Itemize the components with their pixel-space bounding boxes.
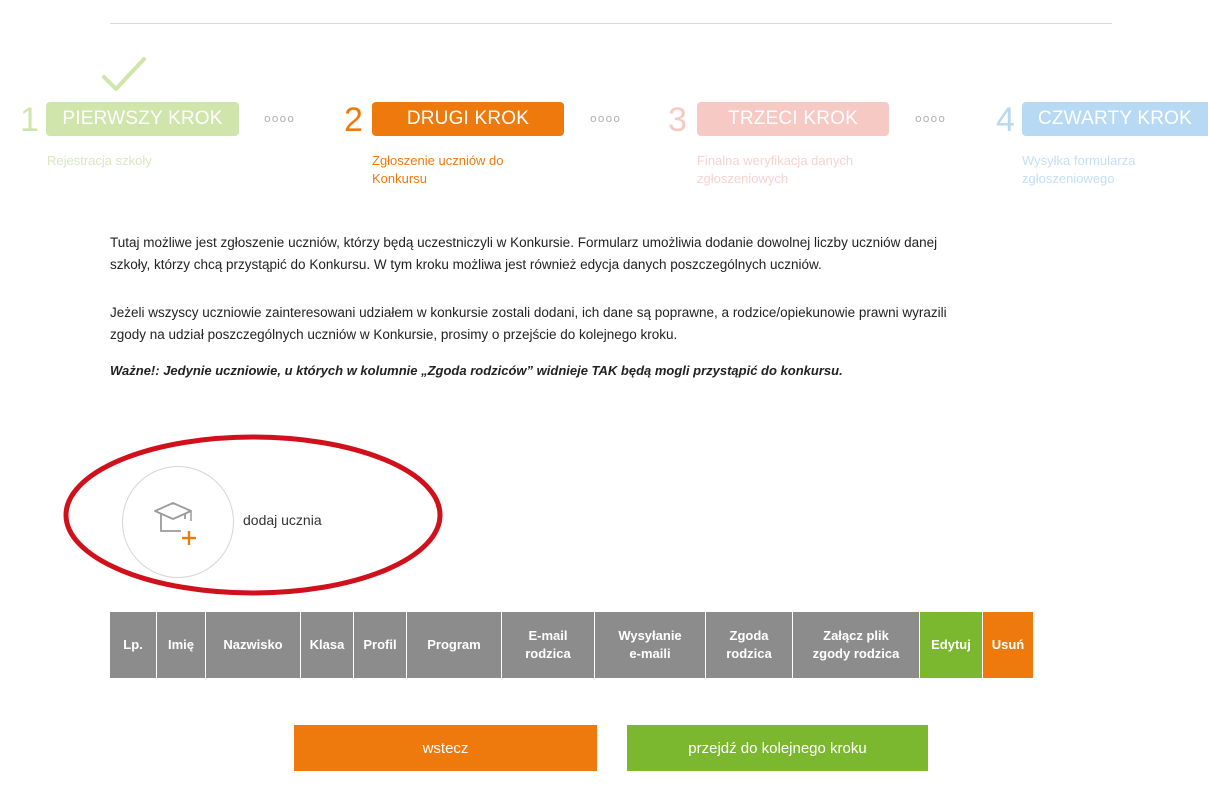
column-header-label: rodzica (726, 646, 772, 661)
step-4-pill[interactable]: CZWARTY KROK (1022, 102, 1208, 136)
column-header-label: Klasa (309, 637, 345, 652)
intro-paragraph-2-line-1: Jeżeli wszyscy uczniowie zainteresowani … (110, 305, 947, 320)
column-header-profil: Profil (353, 612, 407, 678)
step-separator: oooo (264, 112, 295, 125)
step-3-description-line: Finalna weryfikacja danych (697, 153, 854, 168)
column-header-label: Edytuj (931, 637, 971, 652)
step-separator: oooo (915, 112, 946, 125)
step-3-pill[interactable]: TRZECI KROK (697, 102, 889, 136)
back-button[interactable]: wstecz (294, 725, 597, 771)
step-4-description: Wysyłka formularza zgłoszeniowego (1022, 152, 1135, 188)
graduation-cap-plus-icon (154, 502, 196, 545)
step-4-description-line: zgłoszeniowego (1022, 171, 1115, 186)
step-3-description-line: zgłoszeniowych (697, 171, 789, 186)
column-header-klasa: Klasa (300, 612, 354, 678)
step-4-description-line: Wysyłka formularza (1022, 153, 1136, 168)
step-1-description-line: Rejestracja szkoły (47, 153, 152, 168)
column-header-zalacz-plik: Załącz plik zgody rodzica (792, 612, 920, 678)
step-2-pill[interactable]: DRUGI KROK (372, 102, 564, 136)
step-1-description: Rejestracja szkoły (47, 152, 152, 170)
students-table: Lp. Imię Nazwisko Klasa Profil Program E… (110, 612, 1033, 678)
column-header-label: Wysyłanie (618, 628, 682, 643)
step-1-pill[interactable]: PIERWSZY KROK (46, 102, 239, 136)
intro-paragraph-1-line-2: szkoły, którzy chcą przystąpić do Konkur… (110, 257, 822, 272)
column-header-label: Nazwisko (223, 637, 283, 652)
column-header-nazwisko: Nazwisko (205, 612, 301, 678)
column-header-edytuj: Edytuj (919, 612, 983, 678)
step-separator: oooo (590, 112, 621, 125)
check-icon (102, 57, 146, 91)
add-student-label[interactable]: dodaj ucznia (243, 512, 322, 528)
column-header-label: Usuń (991, 637, 1025, 652)
column-header-label: E-mail (528, 628, 568, 643)
step-2-description-line: Konkursu (372, 171, 427, 186)
step-3-number: 3 (668, 101, 687, 139)
column-header-program: Program (406, 612, 502, 678)
column-header-label: Profil (363, 637, 397, 652)
column-header-usun: Usuń (982, 612, 1033, 678)
column-header-label: Program (427, 637, 481, 652)
column-header-label: Lp. (123, 637, 143, 652)
column-header-imie: Imię (156, 612, 206, 678)
column-header-email-rodzica: E-mail rodzica (501, 612, 595, 678)
column-header-label: e-maili (629, 646, 671, 661)
table-header-row: Lp. Imię Nazwisko Klasa Profil Program E… (110, 612, 1033, 678)
add-student-button[interactable] (122, 466, 234, 578)
column-header-lp: Lp. (110, 612, 157, 678)
intro-paragraph-2-line-2: zgody na udział poszczególnych uczniów w… (110, 327, 678, 342)
step-2-number: 2 (344, 101, 363, 139)
column-header-zgoda-rodzica: Zgoda rodzica (705, 612, 793, 678)
step-1-number: 1 (20, 101, 39, 139)
column-header-wysylanie-emaili: Wysyłanie e-maili (594, 612, 706, 678)
column-header-label: Zgoda (729, 628, 769, 643)
step-2-description-line: Zgłoszenie uczniów do (372, 153, 504, 168)
step-2-description: Zgłoszenie uczniów do Konkursu (372, 152, 504, 188)
intro-paragraph-1-line-1: Tutaj możliwe jest zgłoszenie uczniów, k… (110, 235, 938, 250)
column-header-label: Załącz plik (823, 628, 889, 643)
step-4-number: 4 (996, 101, 1015, 139)
column-header-label: zgody rodzica (812, 646, 900, 661)
column-header-label: Imię (167, 637, 194, 652)
step-3-description: Finalna weryfikacja danych zgłoszeniowyc… (697, 152, 853, 188)
top-divider (110, 23, 1112, 24)
column-header-label: rodzica (525, 646, 571, 661)
important-note: Ważne!: Jedynie uczniowie, u których w k… (110, 363, 843, 378)
next-step-button[interactable]: przejdź do kolejnego kroku (627, 725, 928, 771)
